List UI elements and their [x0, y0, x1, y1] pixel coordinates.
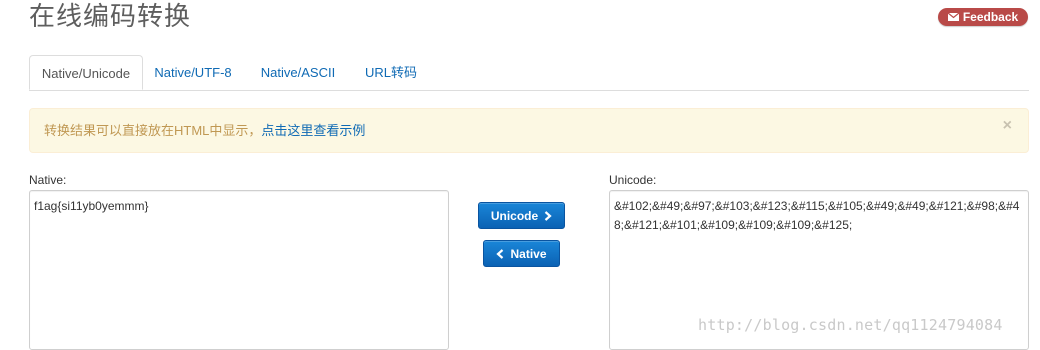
- convert-to-unicode-button[interactable]: Unicode: [478, 202, 565, 229]
- alert-message: 转换结果可以直接放在HTML中显示，: [44, 123, 262, 138]
- page-title: 在线编码转换: [29, 2, 192, 32]
- convert-to-native-button[interactable]: Native: [483, 240, 560, 267]
- feedback-label: Feedback: [962, 10, 1019, 24]
- tab-native-ascii[interactable]: Native/ASCII: [253, 55, 343, 90]
- to-native-label: Native: [510, 246, 547, 261]
- unicode-label: Unicode:: [609, 173, 657, 187]
- feedback-button[interactable]: Feedback: [938, 8, 1028, 26]
- chevron-right-icon: [544, 210, 552, 221]
- envelope-icon: [947, 13, 959, 21]
- info-alert: 转换结果可以直接放在HTML中显示，点击这里查看示例 ×: [29, 108, 1029, 153]
- watermark: http://blog.csdn.net/qq1124794084: [698, 316, 1003, 334]
- tab-url-encode[interactable]: URL转码: [358, 55, 424, 90]
- tab-native-unicode[interactable]: Native/Unicode: [29, 55, 143, 90]
- alert-message-container: 转换结果可以直接放在HTML中显示，点击这里查看示例: [44, 120, 365, 139]
- alert-example-link[interactable]: 点击这里查看示例: [261, 123, 365, 138]
- chevron-left-icon: [496, 248, 504, 259]
- native-label: Native:: [29, 173, 67, 187]
- tab-native-utf8[interactable]: Native/UTF-8: [148, 55, 238, 90]
- close-icon[interactable]: ×: [1003, 117, 1012, 135]
- to-unicode-label: Unicode: [490, 208, 539, 223]
- native-textarea[interactable]: f1ag{si11yb0yemmm}: [29, 190, 449, 350]
- tab-bar: Native/Unicode Native/UTF-8 Native/ASCII…: [29, 55, 1029, 91]
